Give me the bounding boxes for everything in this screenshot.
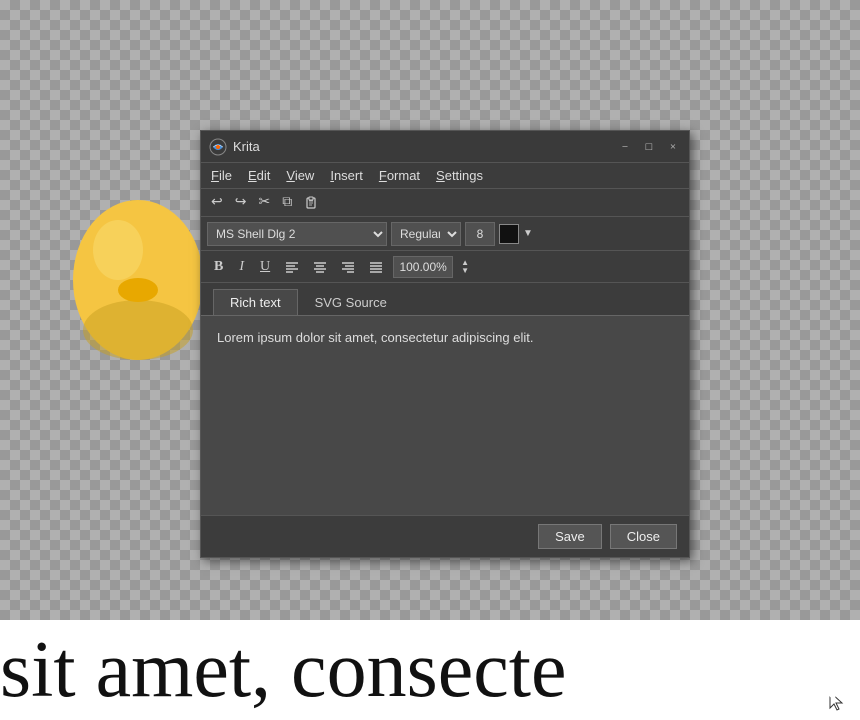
menu-view[interactable]: View — [280, 166, 320, 185]
close-dialog-button[interactable]: Close — [610, 524, 677, 549]
title-bar-controls: − □ × — [617, 139, 681, 155]
character-illustration — [58, 120, 218, 490]
close-button[interactable]: × — [665, 139, 681, 155]
font-color-swatch[interactable] — [499, 224, 519, 244]
tab-svg-source[interactable]: SVG Source — [298, 289, 404, 315]
bottom-text: sit amet, consecte — [0, 630, 566, 710]
font-size-input[interactable] — [465, 222, 495, 246]
redo-button[interactable]: ↪ — [231, 192, 251, 213]
font-family-select[interactable]: MS Shell Dlg 2 — [207, 222, 387, 246]
toolbar-format: B I U — [201, 251, 689, 283]
minimize-button[interactable]: − — [617, 139, 633, 155]
toolbar-history: ↩ ↪ ✂ ⧉ — [201, 189, 689, 217]
zoom-down-button[interactable]: ▼ — [459, 267, 471, 275]
color-dropdown-arrow[interactable]: ▼ — [523, 228, 533, 239]
text-content-area[interactable]: Lorem ipsum dolor sit amet, consectetur … — [201, 315, 689, 515]
tabs-bar: Rich text SVG Source — [201, 283, 689, 315]
align-left-button[interactable] — [281, 259, 303, 275]
save-button[interactable]: Save — [538, 524, 602, 549]
cut-button[interactable]: ✂ — [254, 192, 274, 213]
paste-button[interactable] — [300, 194, 322, 212]
menu-bar: File Edit View Insert Format Settings — [201, 163, 689, 189]
menu-file[interactable]: File — [205, 166, 238, 185]
menu-insert[interactable]: Insert — [324, 166, 369, 185]
align-right-button[interactable] — [337, 259, 359, 275]
zoom-input[interactable] — [393, 256, 453, 278]
menu-format[interactable]: Format — [373, 166, 426, 185]
krita-logo-icon — [209, 138, 227, 156]
krita-dialog: Krita − □ × File Edit View Insert Format… — [200, 130, 690, 558]
align-center-button[interactable] — [309, 259, 331, 275]
toolbar-font: MS Shell Dlg 2 Regular ▼ — [201, 217, 689, 251]
title-bar: Krita − □ × — [201, 131, 689, 163]
italic-button[interactable]: I — [234, 257, 249, 277]
zoom-spinner: ▲ ▼ — [459, 259, 471, 275]
dialog-footer: Save Close — [201, 515, 689, 557]
underline-button[interactable]: U — [255, 257, 275, 277]
font-style-select[interactable]: Regular — [391, 222, 461, 246]
bottom-text-bar: sit amet, consecte — [0, 620, 860, 720]
copy-button[interactable]: ⧉ — [278, 193, 296, 213]
title-text: Krita — [233, 139, 260, 154]
bold-button[interactable]: B — [209, 257, 228, 277]
maximize-button[interactable]: □ — [641, 139, 657, 155]
tab-rich-text[interactable]: Rich text — [213, 289, 298, 315]
menu-edit[interactable]: Edit — [242, 166, 276, 185]
menu-settings[interactable]: Settings — [430, 166, 489, 185]
title-bar-left: Krita — [209, 138, 260, 156]
content-text: Lorem ipsum dolor sit amet, consectetur … — [217, 328, 673, 348]
undo-button[interactable]: ↩ — [207, 192, 227, 213]
mouse-cursor — [828, 690, 840, 710]
align-justify-button[interactable] — [365, 259, 387, 275]
